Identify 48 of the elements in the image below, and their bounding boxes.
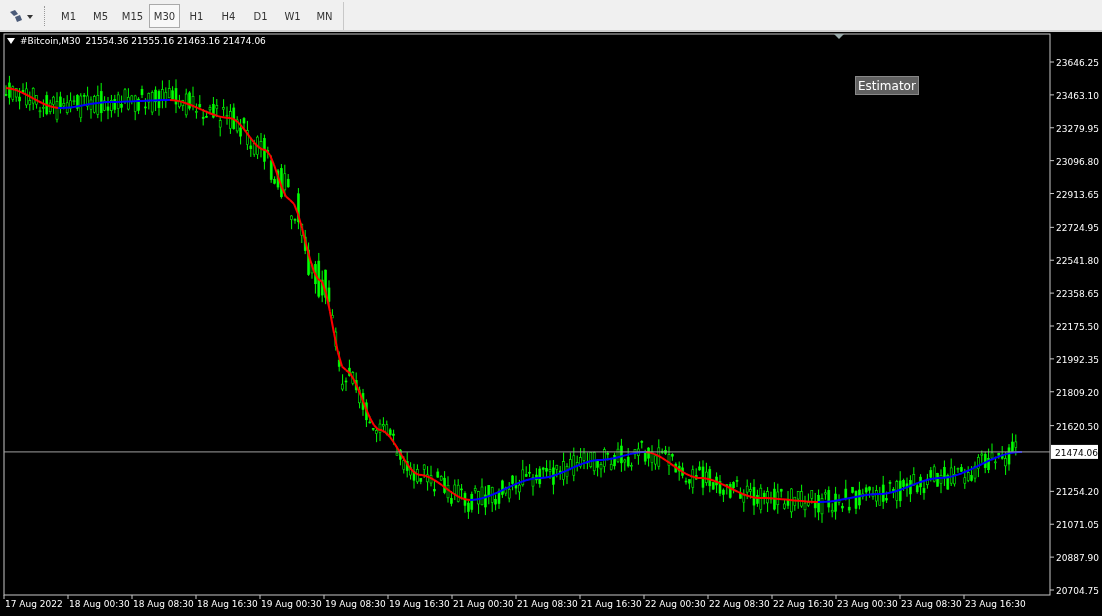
chart-shift-icon[interactable] <box>834 34 844 39</box>
time-axis-label: 21 Aug 16:30 <box>581 599 642 609</box>
price-axis-label: 21620.50 <box>1056 421 1099 432</box>
time-axis-label: 19 Aug 00:30 <box>261 599 322 609</box>
time-axis-label: 21 Aug 00:30 <box>453 599 514 609</box>
timeframe-button[interactable]: D1 <box>245 4 276 28</box>
timeframe-button[interactable]: M30 <box>149 4 180 28</box>
timeframe-button[interactable]: M1 <box>53 4 84 28</box>
timeframe-button[interactable]: MN <box>309 4 340 28</box>
symbol-label: #Bitcoin,M30 <box>20 36 81 46</box>
price-axis-label: 23279.95 <box>1056 123 1099 134</box>
dropdown-triangle-icon[interactable] <box>7 38 15 44</box>
timeframe-button[interactable]: M5 <box>85 4 116 28</box>
price-axis-label: 22358.65 <box>1056 289 1099 300</box>
current-price-label: 21474.06 <box>1051 444 1098 459</box>
price-axis-label: 20887.90 <box>1056 553 1099 564</box>
time-axis-label: 18 Aug 16:30 <box>197 599 258 609</box>
time-axis-label: 22 Aug 16:30 <box>773 599 834 609</box>
time-axis-label: 18 Aug 00:30 <box>69 599 130 609</box>
time-axis-label: 23 Aug 08:30 <box>901 599 962 609</box>
price-axis-label: 21809.20 <box>1056 387 1099 398</box>
price-axis-label: 21071.05 <box>1056 520 1099 531</box>
price-axis-label: 22913.65 <box>1056 189 1099 200</box>
timeframe-button[interactable]: W1 <box>277 4 308 28</box>
time-axis-label: 19 Aug 08:30 <box>325 599 386 609</box>
price-axis-label: 21254.20 <box>1056 487 1099 498</box>
price-axis-label: 22541.80 <box>1056 256 1099 267</box>
price-axis-label: 23463.10 <box>1056 90 1099 101</box>
estimator-button[interactable]: Estimator <box>855 76 919 95</box>
line-studies-icon <box>8 8 34 24</box>
time-axis-label: 23 Aug 00:30 <box>837 599 898 609</box>
price-axis-label: 23646.25 <box>1056 58 1099 68</box>
ohlc-values: 21554.36 21555.16 21463.16 21474.06 <box>85 36 266 46</box>
timeframe-button[interactable]: M15 <box>117 4 148 28</box>
time-axis-label: 21 Aug 08:30 <box>517 599 578 609</box>
price-axis-label: 22175.50 <box>1056 322 1099 332</box>
time-axis-label: 18 Aug 08:30 <box>133 599 194 609</box>
time-axis-label: 19 Aug 16:30 <box>389 599 450 609</box>
price-axis-label: 22724.95 <box>1056 223 1099 234</box>
price-axis-label: 23096.80 <box>1056 156 1099 167</box>
time-axis-label: 22 Aug 08:30 <box>709 599 770 609</box>
timeframe-button[interactable]: H4 <box>213 4 244 28</box>
price-axis-label: 20704.75 <box>1056 586 1099 596</box>
timeframe-button[interactable]: H1 <box>181 4 212 28</box>
time-axis-label: 23 Aug 16:30 <box>965 599 1026 609</box>
time-axis-label: 22 Aug 00:30 <box>645 599 706 609</box>
price-axis-label: 21992.35 <box>1056 354 1099 365</box>
time-axis-label: 17 Aug 2022 <box>5 599 63 609</box>
